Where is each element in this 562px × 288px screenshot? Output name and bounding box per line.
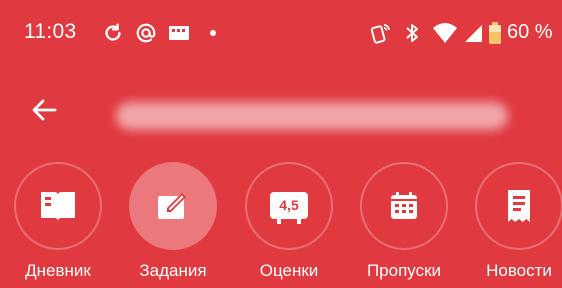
- sync-icon: [101, 20, 125, 46]
- category-label: Новости: [486, 261, 552, 280]
- toolbar: [0, 66, 562, 152]
- category-label: Оценки: [259, 261, 319, 280]
- grade-badge: 4,5: [279, 197, 299, 213]
- category-label: Пропуски: [366, 261, 442, 280]
- category-label: Задания: [139, 261, 207, 280]
- category-label: Дневник: [25, 261, 91, 280]
- grade-icon: 4,5: [267, 186, 311, 226]
- battery-percent: 60 %: [507, 21, 553, 43]
- category-row: Дневник Задания 4,5 Оценки Пропуски Ново…: [0, 152, 562, 288]
- calendar-icon: [388, 190, 420, 222]
- category-circle[interactable]: [475, 162, 562, 250]
- dot-icon: [207, 20, 219, 46]
- category-news[interactable]: Новости: [463, 162, 562, 288]
- edit-icon: [155, 190, 191, 222]
- category-circle[interactable]: 4,5: [245, 162, 333, 250]
- signal-icon: [462, 20, 484, 46]
- book-icon: [38, 188, 78, 224]
- bluetooth-icon: [403, 20, 423, 46]
- battery-icon: [487, 20, 503, 46]
- category-tasks[interactable]: Задания: [117, 162, 229, 288]
- category-circle[interactable]: [14, 162, 102, 250]
- arrow-left-icon: [30, 96, 58, 124]
- at-icon: [134, 20, 158, 46]
- category-absences[interactable]: Пропуски: [348, 162, 460, 288]
- wifi-icon: [431, 20, 459, 46]
- app-screen: 11:03 60 % Дневник Задания 4,5 Оценки Пр…: [0, 0, 562, 288]
- category-circle[interactable]: [129, 162, 217, 250]
- message-icon: [166, 20, 192, 46]
- back-button[interactable]: [24, 90, 64, 130]
- news-icon: [505, 188, 533, 224]
- category-circle[interactable]: [360, 162, 448, 250]
- nfc-icon: [368, 20, 394, 46]
- category-grades[interactable]: 4,5 Оценки: [233, 162, 345, 288]
- status-time: 11:03: [24, 20, 77, 43]
- page-title: [116, 102, 508, 130]
- category-diary[interactable]: Дневник: [2, 162, 114, 288]
- status-bar: 11:03 60 %: [0, 0, 562, 66]
